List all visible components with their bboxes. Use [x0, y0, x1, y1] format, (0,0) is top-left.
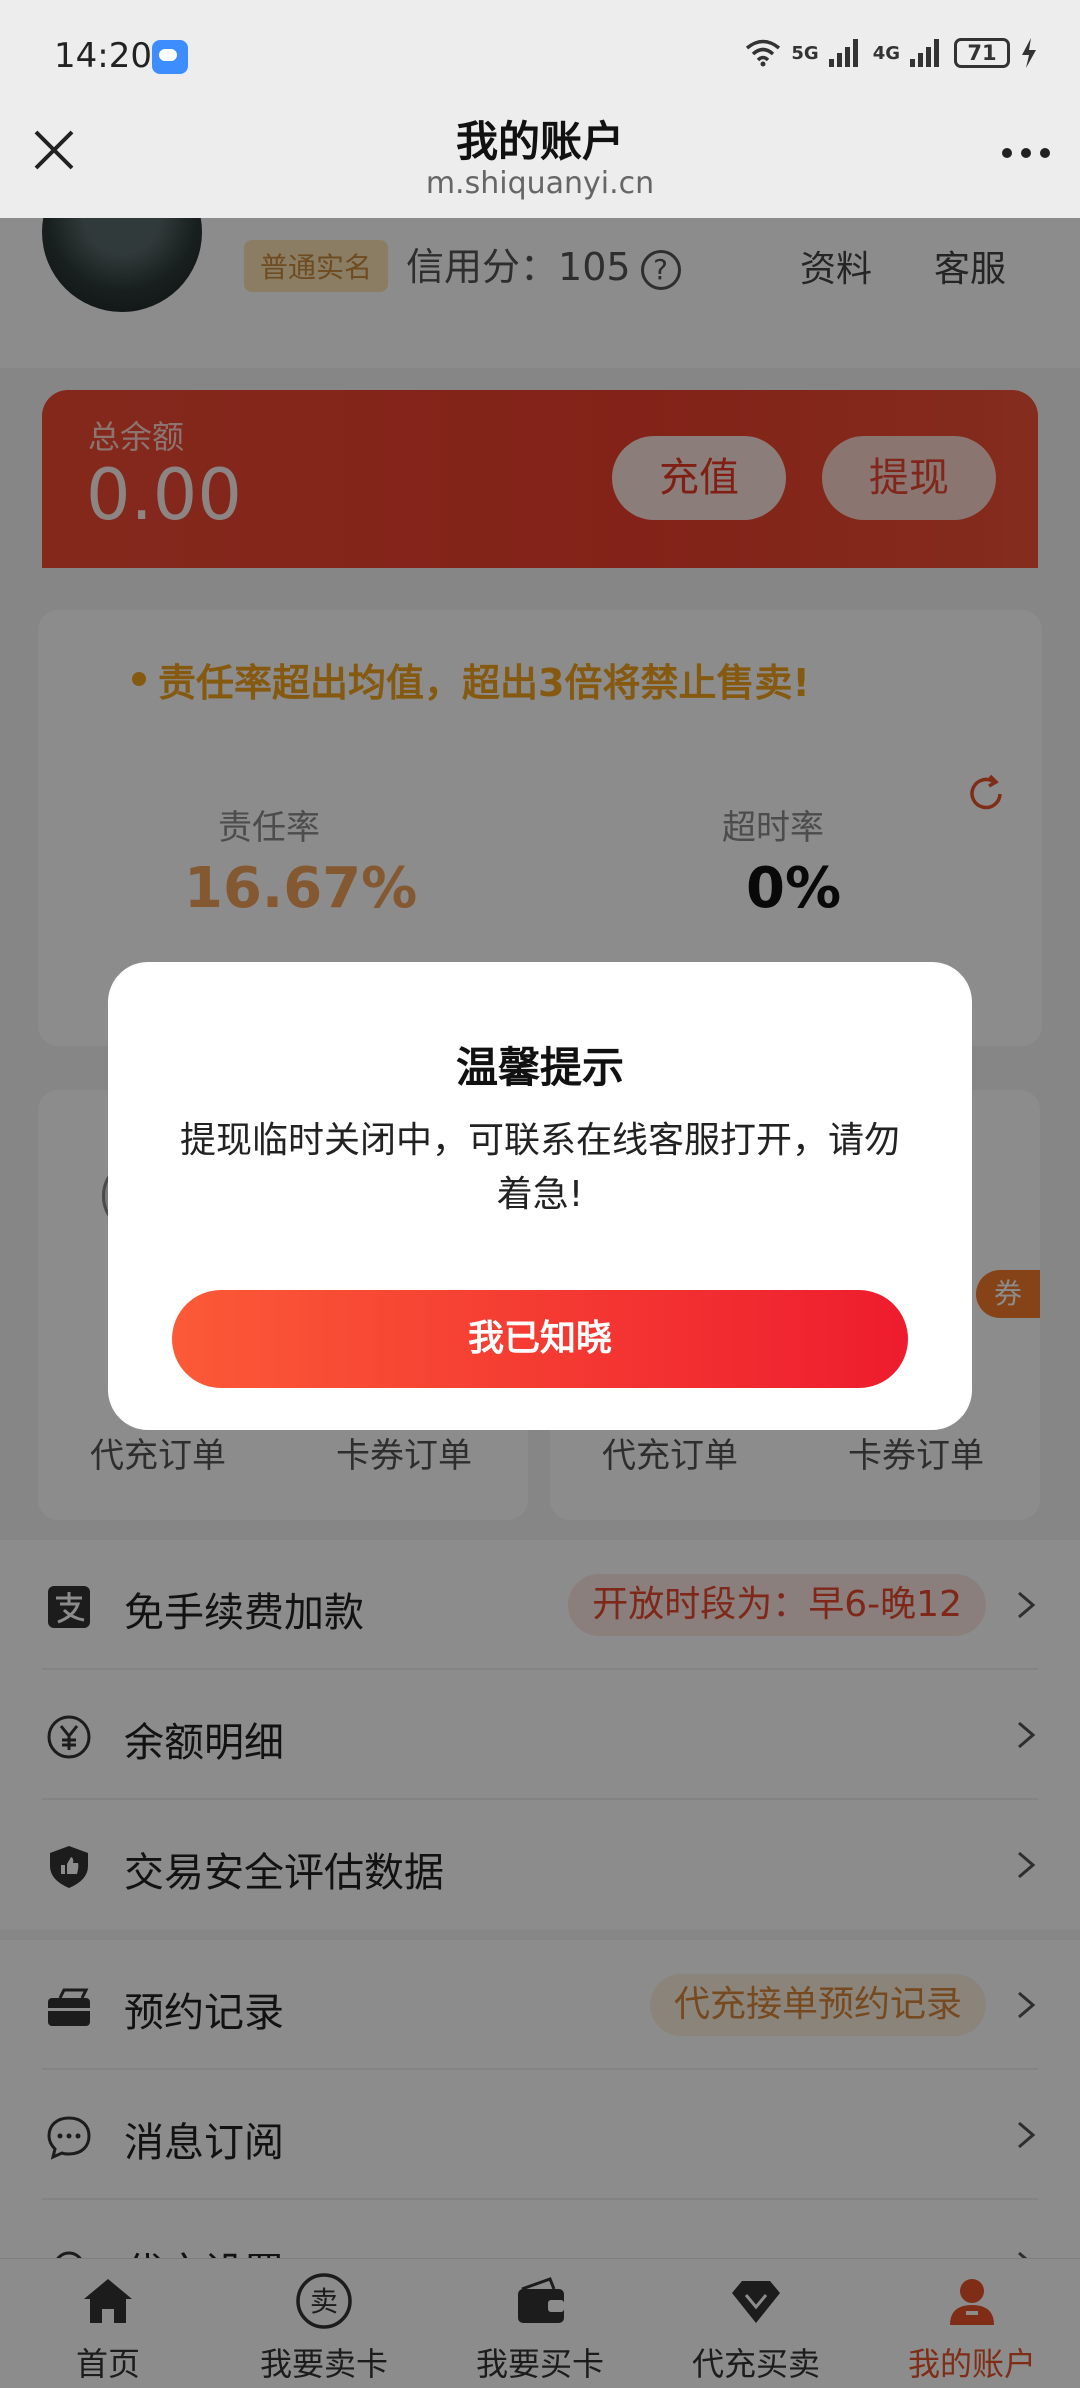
status-indicators: 5G 4G 71 — [745, 38, 1038, 68]
signal-icon — [828, 39, 863, 67]
signal-icon-2 — [910, 39, 944, 67]
wifi-icon — [746, 39, 781, 67]
title-bar: 我的账户 m.shiquanyi.cn — [0, 100, 1080, 218]
notice-dialog: 温馨提示 提现临时关闭中，可联系在线客服打开，请勿着急! 我已知晓 — [108, 962, 972, 1430]
battery-icon: 71 — [954, 38, 1010, 68]
network-4g-label: 4G — [872, 42, 900, 64]
more-menu-icon[interactable] — [1002, 148, 1050, 158]
acknowledge-button[interactable]: 我已知晓 — [172, 1290, 908, 1388]
network-5g-label: 5G — [791, 42, 819, 64]
weather-icon — [152, 40, 188, 74]
page-title: 我的账户 — [455, 117, 624, 166]
page-url: m.shiquanyi.cn — [425, 166, 655, 201]
status-bar: 14:20 5G 4G 71 — [0, 0, 1080, 100]
charging-icon — [1022, 38, 1036, 68]
dialog-message: 提现临时关闭中，可联系在线客服打开，请勿着急! — [179, 1120, 900, 1215]
status-time: 14:20 — [54, 36, 152, 76]
dialog-title: 温馨提示 — [455, 1043, 624, 1092]
